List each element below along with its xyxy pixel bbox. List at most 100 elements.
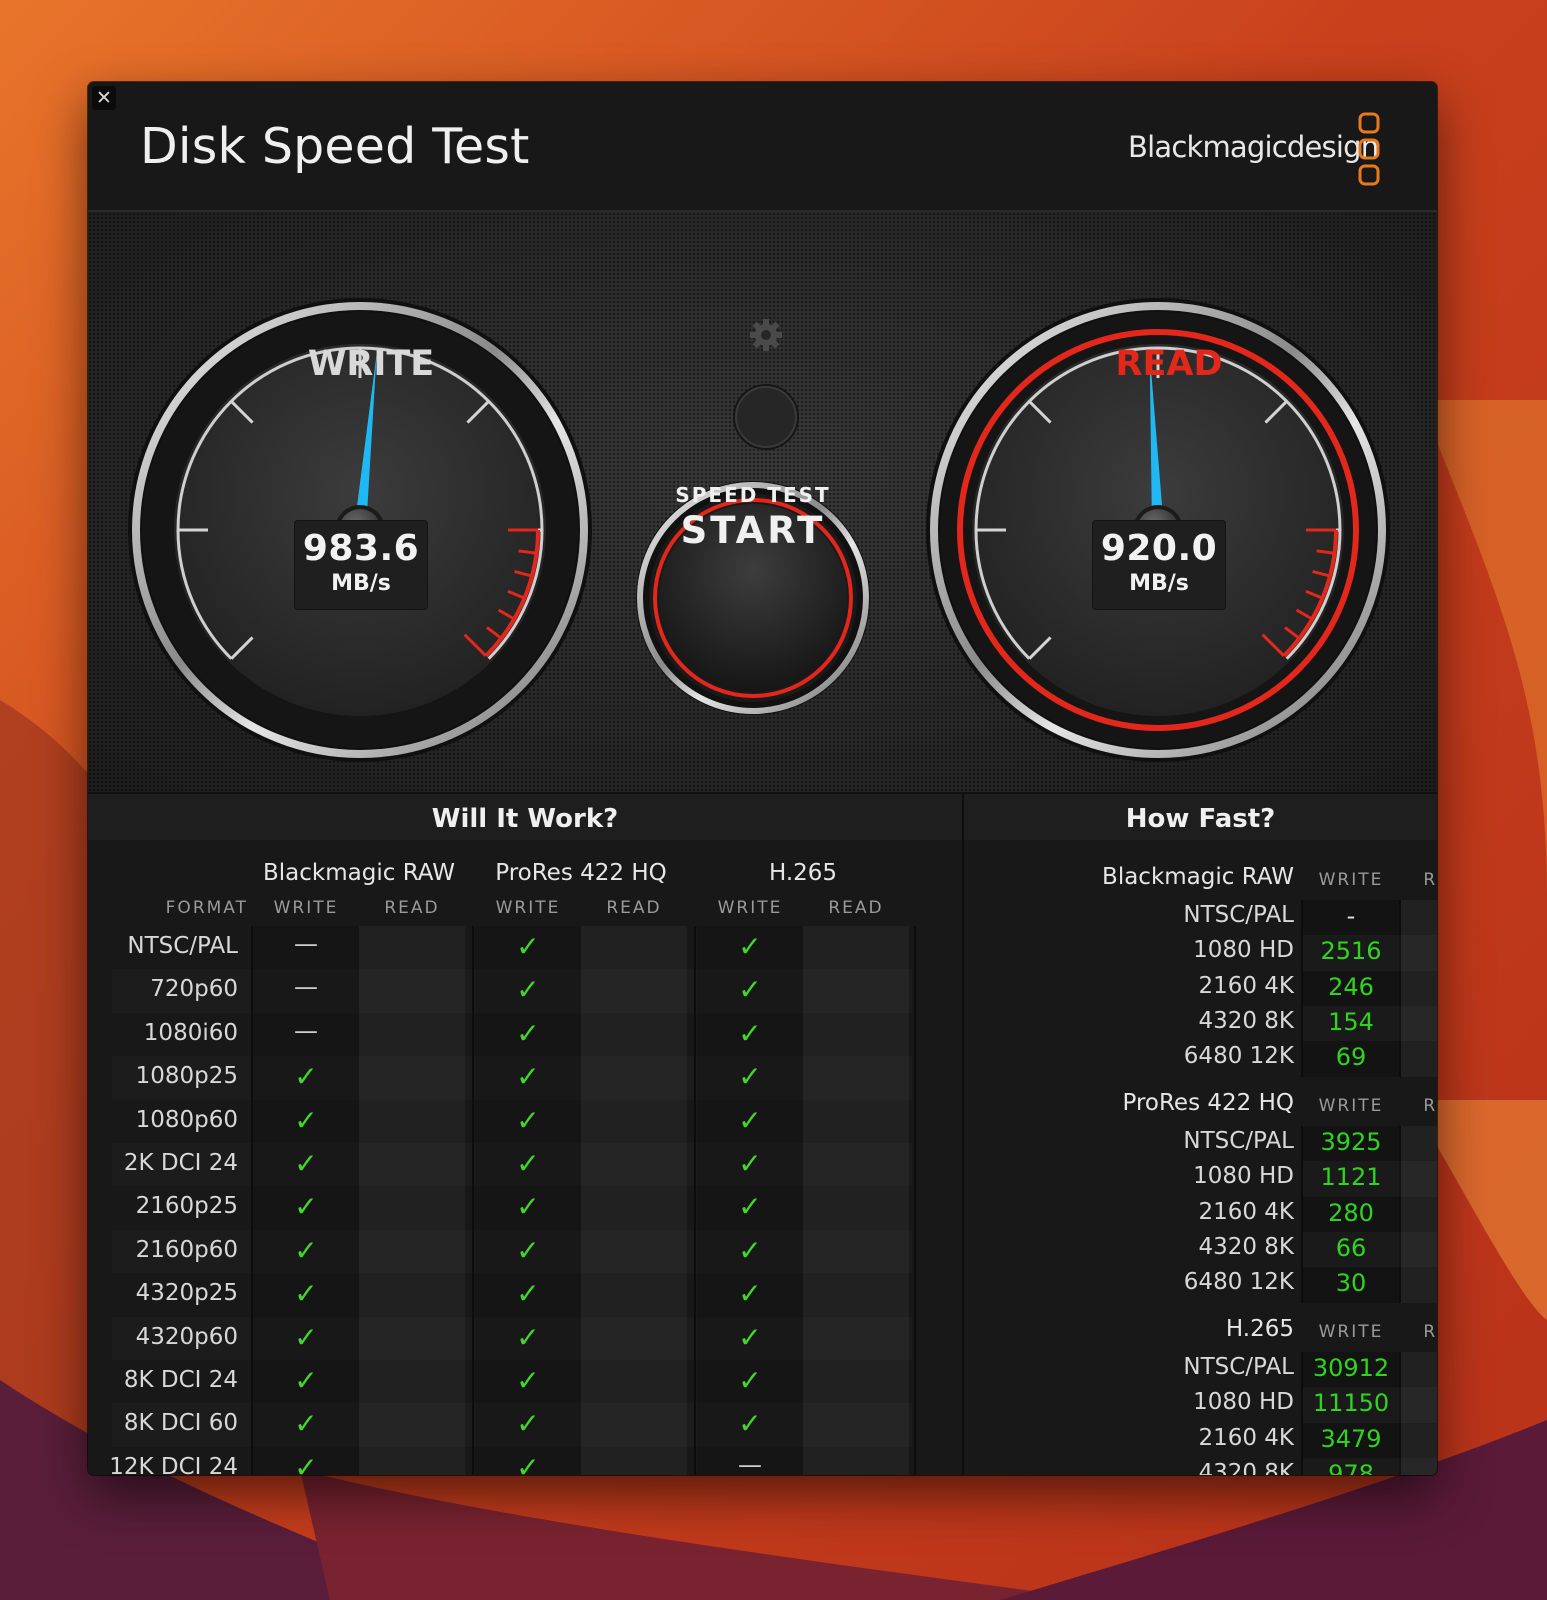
speed-format-label: 2160 4K (1198, 972, 1294, 999)
speed-format-label: 6480 12K (1183, 1043, 1294, 1070)
read-column-header: READ (828, 898, 884, 918)
check-icon: ✓ (738, 1190, 762, 1224)
check-icon: ✓ (738, 1016, 762, 1050)
check-icon: ✓ (294, 1147, 318, 1180)
check-icon: ✓ (516, 1060, 540, 1094)
speed-write-value: - (1346, 902, 1356, 930)
format-label: 4320p60 (135, 1323, 238, 1350)
will-it-work-panel: Will It Work? Blackmagic RAW ProRes 422 H… (88, 794, 962, 1475)
speed-write-value: 30912 (1312, 1354, 1390, 1382)
group-title: Blackmagic RAW (263, 860, 455, 886)
check-icon: ✓ (516, 1277, 540, 1311)
speed-format-label: NTSC/PAL (1183, 1354, 1294, 1380)
gear-icon (750, 319, 782, 351)
format-label: 12K DCI 24 (109, 1453, 238, 1475)
brand-logo-text: Blackmagicdesign (1128, 130, 1379, 164)
speed-format-label: 4320 8K (1198, 1459, 1294, 1475)
speed-write-value: 280 (1328, 1198, 1374, 1227)
will-it-work-title: Will It Work? (88, 794, 962, 840)
speed-read-header: READ (1423, 870, 1437, 890)
app-title: Disk Speed Test (140, 118, 530, 175)
check-icon: ✓ (738, 1277, 762, 1311)
write-column-header: WRITE (495, 898, 561, 918)
check-icon: ✓ (516, 1320, 540, 1354)
close-button[interactable]: ✕ (92, 86, 116, 110)
read-column-header: READ (606, 898, 662, 918)
check-icon: ✓ (516, 1103, 540, 1137)
check-icon: ✓ (516, 1407, 540, 1441)
check-icon: ✓ (294, 1320, 318, 1354)
check-icon: ✓ (738, 1320, 762, 1354)
format-label: 8K DCI 24 (123, 1367, 238, 1393)
read-speed-unit: MB/s (1129, 571, 1189, 596)
check-icon: ✓ (516, 1016, 540, 1050)
check-icon: ✓ (294, 1364, 318, 1397)
group-title: ProRes 422 HQ (495, 860, 667, 886)
check-icon: ✓ (516, 1190, 540, 1224)
column-separator (914, 926, 916, 1475)
check-icon: ✓ (738, 1103, 762, 1137)
check-icon: ✓ (738, 1060, 762, 1094)
not-applicable-dash: — (294, 1016, 318, 1045)
speed-read-header: READ (1423, 1322, 1437, 1342)
check-icon: ✓ (738, 1407, 762, 1441)
speed-format-label: 2160 4K (1198, 1424, 1294, 1451)
how-fast-title: How Fast? (964, 794, 1437, 840)
check-icon: ✓ (516, 1450, 540, 1475)
speed-column-separator (1399, 900, 1401, 1077)
speed-read-column-bg (1401, 900, 1437, 1077)
check-icon: ✓ (294, 1190, 318, 1224)
speed-format-label: 6480 12K (1183, 1269, 1294, 1296)
format-label: 1080p25 (135, 1063, 238, 1090)
write-speed-value: 983.6 (302, 528, 420, 569)
speed-write-value: 69 (1335, 1043, 1367, 1072)
check-icon: ✓ (516, 1233, 540, 1267)
speed-format-label: NTSC/PAL (1183, 902, 1294, 928)
check-icon: ✓ (738, 1364, 762, 1397)
format-column-header: FORMAT (165, 898, 248, 918)
column-separator (472, 926, 474, 1475)
check-icon: ✓ (738, 1233, 762, 1267)
check-icon: ✓ (738, 930, 762, 963)
start-speed-test-button[interactable]: SPEED TEST START (653, 405, 853, 605)
format-label: 2K DCI 24 (123, 1150, 238, 1176)
read-column-bg (581, 926, 687, 1475)
speed-read-header: READ (1423, 1096, 1437, 1116)
check-icon: ✓ (516, 930, 540, 963)
speed-format-label: 1080 HD (1193, 1389, 1294, 1416)
check-icon: ✓ (294, 1450, 318, 1475)
speed-write-value: 978 (1328, 1459, 1374, 1475)
speed-write-value: 3925 (1320, 1128, 1382, 1156)
read-column-bg (359, 926, 465, 1475)
speed-format-label: 1080 HD (1193, 937, 1294, 964)
speed-group-title: H.265 (1225, 1316, 1294, 1342)
not-applicable-dash: — (738, 1450, 762, 1475)
speed-format-label: 2160 4K (1198, 1198, 1294, 1225)
not-applicable-dash: — (294, 930, 318, 958)
write-column-header: WRITE (273, 898, 339, 918)
speed-format-label: 4320 8K (1198, 1233, 1294, 1260)
speed-write-value: 3479 (1320, 1424, 1382, 1453)
read-speed-readout: 920.0 MB/s (1092, 520, 1226, 610)
settings-button[interactable] (735, 304, 797, 366)
speed-write-header: WRITE (1318, 1322, 1384, 1342)
blackmagic-logo-icon (1358, 112, 1380, 186)
check-icon: ✓ (294, 1103, 318, 1137)
disk-speed-test-window: ✕ Disk Speed Test Blackmagicdesign WRITE… (88, 82, 1437, 1475)
write-speed-unit: MB/s (331, 571, 391, 596)
read-column-bg (803, 926, 909, 1475)
speed-write-header: WRITE (1318, 870, 1384, 890)
read-gauge-label: READ (1115, 344, 1223, 384)
format-label: 2160p25 (135, 1193, 238, 1220)
speed-read-column-bg (1401, 1126, 1437, 1303)
read-speed-value: 920.0 (1100, 528, 1218, 569)
group-title: H.265 (768, 860, 838, 886)
speed-group-title: ProRes 422 HQ (1122, 1090, 1295, 1116)
format-label: 2160p60 (135, 1236, 238, 1263)
start-button-line1: SPEED TEST (675, 483, 831, 507)
speed-write-value: 154 (1328, 1007, 1374, 1036)
read-column-header: READ (384, 898, 440, 918)
write-gauge-label: WRITE (307, 344, 435, 384)
how-fast-panel: How Fast? Blackmagic RAW WRITE READ NTSC/PA… (964, 794, 1437, 1475)
check-icon: ✓ (516, 1364, 540, 1397)
